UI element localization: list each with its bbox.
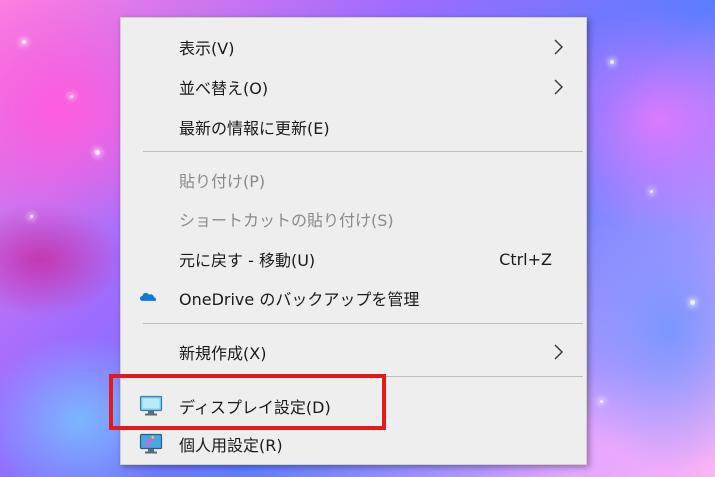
wallpaper-sparkle — [22, 40, 26, 44]
desktop-context-menu: 表示(V) 並べ替え(O) 最新の情報に更新(E) 貼り付け(P) ショートカッ… — [120, 17, 587, 465]
menu-item-display-settings[interactable]: ディスプレイ設定(D) — [121, 387, 586, 425]
menu-item-personalize-label: 個人用設定(R) — [179, 436, 283, 455]
wallpaper-sparkle — [95, 150, 100, 155]
wallpaper-sparkle — [690, 300, 695, 305]
menu-separator — [143, 376, 583, 377]
menu-item-view[interactable]: 表示(V) — [121, 28, 586, 66]
menu-item-new[interactable]: 新規作成(X) — [121, 333, 586, 371]
wallpaper-sparkle — [70, 95, 73, 98]
menu-item-paste-label: 貼り付け(P) — [179, 172, 266, 191]
menu-item-undo-move-label: 元に戻す - 移動(U) — [179, 251, 316, 270]
menu-item-refresh[interactable]: 最新の情報に更新(E) — [121, 108, 586, 146]
menu-item-undo-move[interactable]: 元に戻す - 移動(U) Ctrl+Z — [121, 240, 586, 278]
chevron-right-icon — [554, 39, 563, 55]
menu-item-display-settings-label: ディスプレイ設定(D) — [179, 398, 331, 417]
menu-item-sort-by-label: 並べ替え(O) — [179, 79, 269, 98]
menu-item-personalize[interactable]: 個人用設定(R) — [121, 425, 586, 463]
wallpaper-sparkle — [30, 215, 33, 218]
menu-item-onedrive-backup[interactable]: OneDrive のバックアップを管理 — [121, 279, 586, 317]
onedrive-cloud-icon — [140, 292, 156, 301]
menu-separator — [143, 151, 583, 152]
menu-item-sort-by[interactable]: 並べ替え(O) — [121, 68, 586, 106]
menu-separator — [143, 323, 583, 324]
menu-item-paste-shortcut-label: ショートカットの貼り付け(S) — [179, 211, 394, 230]
chevron-right-icon — [554, 79, 563, 95]
personalize-icon — [139, 433, 163, 454]
wallpaper-sparkle — [600, 400, 603, 403]
menu-item-paste[interactable]: 貼り付け(P) — [121, 161, 586, 199]
wallpaper-sparkle — [610, 60, 614, 64]
menu-item-view-label: 表示(V) — [179, 39, 235, 58]
menu-item-new-label: 新規作成(X) — [179, 344, 267, 363]
menu-item-undo-move-shortcut: Ctrl+Z — [499, 249, 552, 269]
chevron-right-icon — [554, 344, 563, 360]
menu-item-onedrive-backup-label: OneDrive のバックアップを管理 — [179, 290, 420, 309]
menu-item-paste-shortcut[interactable]: ショートカットの貼り付け(S) — [121, 200, 586, 238]
wallpaper-sparkle — [650, 190, 653, 193]
menu-item-refresh-label: 最新の情報に更新(E) — [179, 119, 330, 138]
monitor-icon — [139, 395, 163, 416]
